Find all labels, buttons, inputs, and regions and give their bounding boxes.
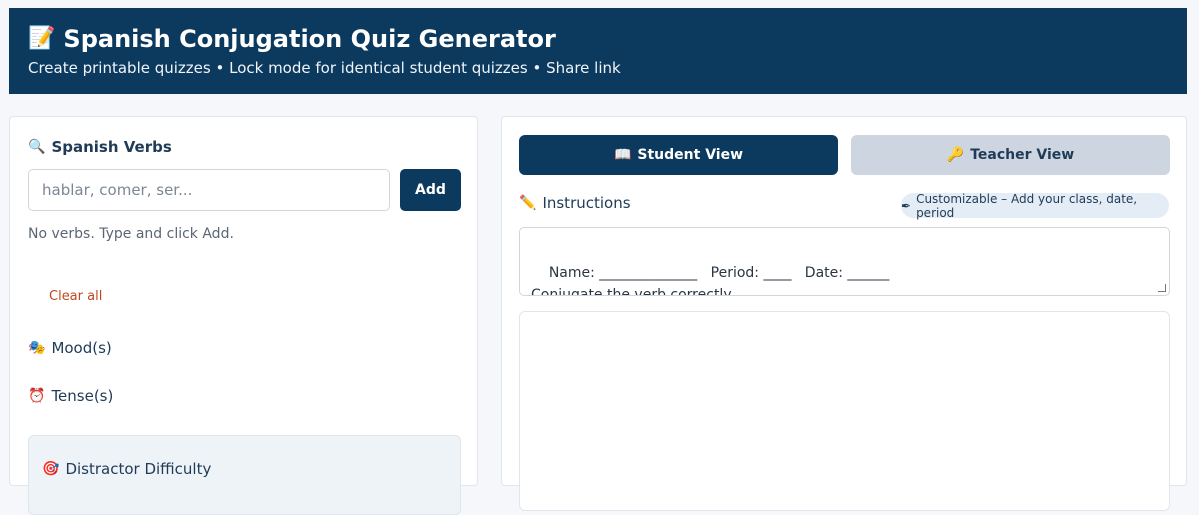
tense-section-title[interactable]: ⏰ Tense(s): [28, 387, 113, 405]
student-view-button[interactable]: 📖 Student View: [519, 135, 838, 175]
memo-icon: 📝: [28, 26, 56, 51]
mood-title-text: Mood(s): [51, 339, 112, 357]
instructions-section-title: ✏️ Instructions: [519, 194, 631, 212]
student-view-label: Student View: [637, 147, 744, 163]
mood-section-title[interactable]: 🎭 Mood(s): [28, 339, 112, 357]
page-title: 📝 Spanish Conjugation Quiz Generator: [28, 24, 1168, 54]
customizable-badge-text: Customizable – Add your class, date, per…: [916, 191, 1138, 220]
pencil-icon: ✏️: [519, 195, 537, 211]
teacher-view-button[interactable]: 🔑 Teacher View: [851, 135, 1170, 175]
difficulty-section-title: 🎯 Distractor Difficulty: [42, 460, 211, 478]
target-icon: 🎯: [42, 461, 60, 477]
instructions-text: Name: ______________ Period: ____ Date: …: [531, 265, 890, 296]
app-header: 📝 Spanish Conjugation Quiz Generator Cre…: [9, 8, 1187, 94]
key-icon: 🔑: [946, 147, 965, 163]
verbs-title-text: Spanish Verbs: [51, 138, 172, 156]
customizable-badge: ✒ Customizable – Add your class, date, p…: [901, 191, 1169, 220]
book-icon: 📖: [613, 147, 632, 163]
tense-title-text: Tense(s): [51, 387, 114, 405]
distractor-difficulty-box: 🎯 Distractor Difficulty: [28, 435, 461, 515]
empty-verbs-hint: No verbs. Type and click Add.: [28, 226, 234, 242]
difficulty-title-text: Distractor Difficulty: [65, 460, 212, 478]
alarm-clock-icon: ⏰: [28, 388, 46, 404]
clear-all-link[interactable]: Clear all: [49, 289, 102, 304]
magnifier-icon: 🔍: [28, 139, 46, 155]
page-subtitle: Create printable quizzes • Lock mode for…: [28, 59, 621, 77]
instructions-title-text: Instructions: [542, 194, 631, 212]
quiz-preview-area: [519, 311, 1170, 511]
verbs-section-title: 🔍 Spanish Verbs: [28, 138, 172, 156]
add-verb-button[interactable]: Add: [400, 169, 461, 211]
verb-input[interactable]: [28, 169, 390, 211]
pen-icon: ✒: [901, 198, 912, 213]
resize-handle[interactable]: [1158, 284, 1166, 292]
verb-settings-panel: 🔍 Spanish Verbs Add No verbs. Type and c…: [9, 116, 478, 515]
instructions-textarea[interactable]: Name: ______________ Period: ____ Date: …: [519, 227, 1170, 296]
theater-masks-icon: 🎭: [28, 340, 46, 356]
page-title-text: Spanish Conjugation Quiz Generator: [63, 25, 556, 53]
quiz-preview-panel: 📖 Student View 🔑 Teacher View ✏️ Instruc…: [501, 116, 1187, 511]
teacher-view-label: Teacher View: [970, 147, 1075, 163]
